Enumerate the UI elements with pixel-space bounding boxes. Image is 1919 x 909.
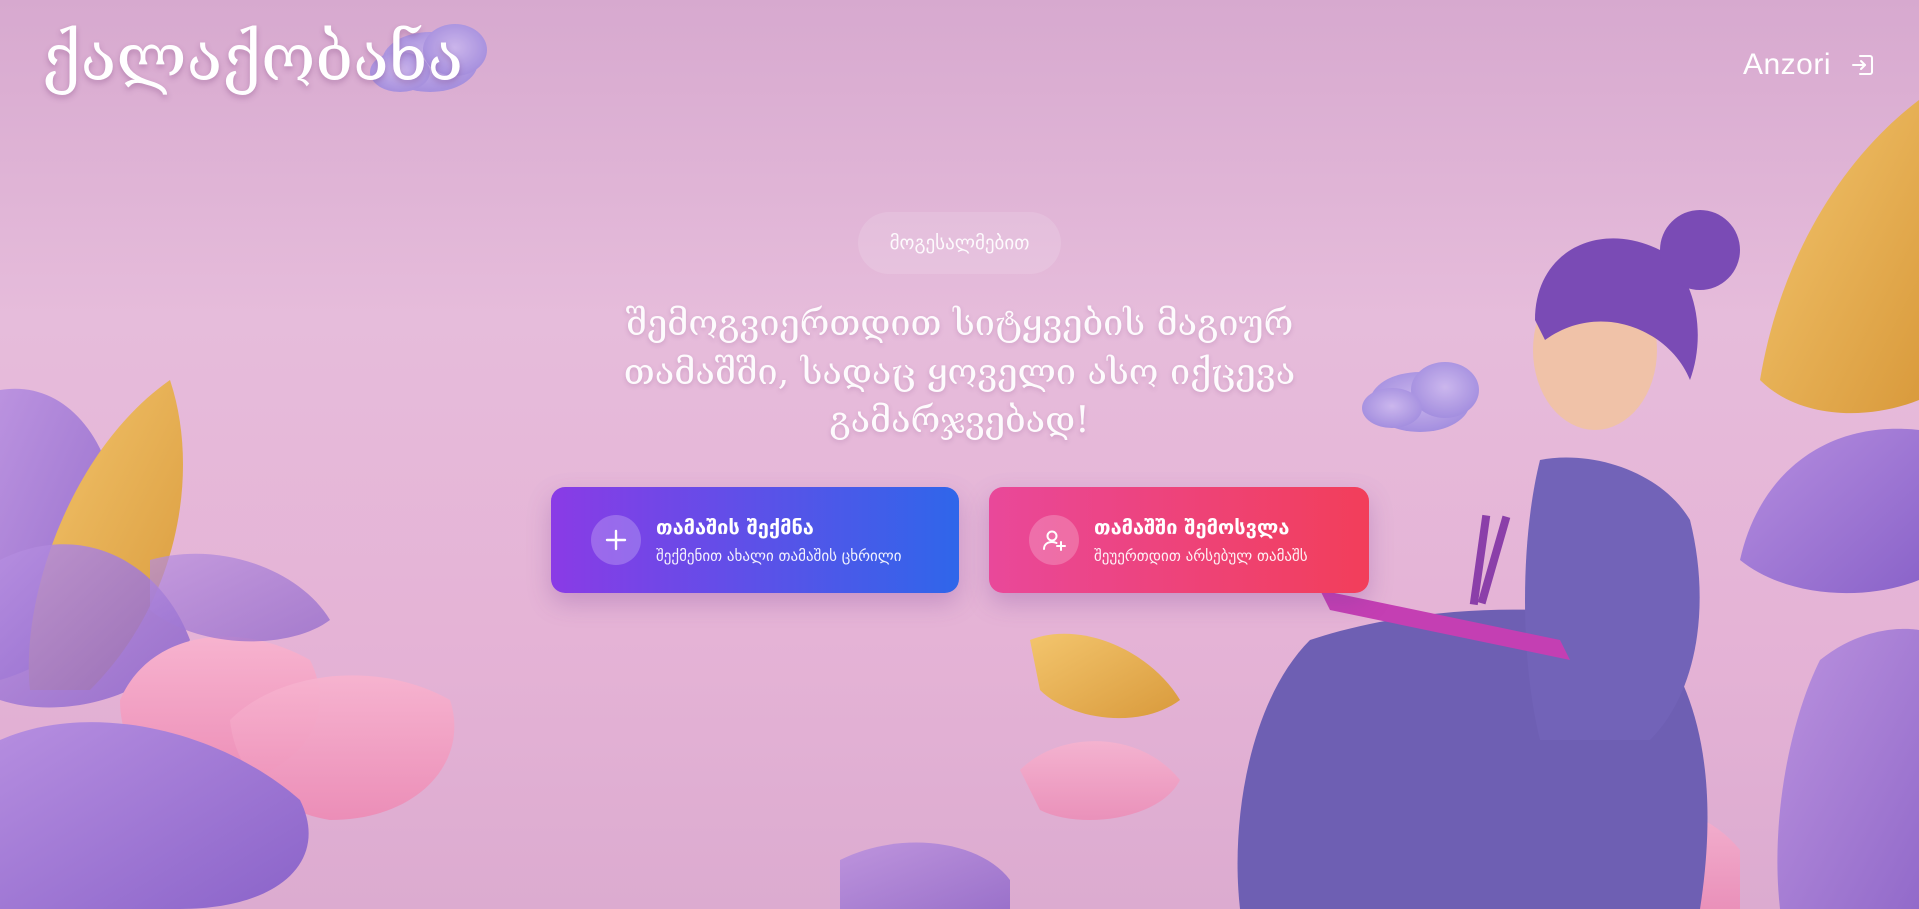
create-game-subtitle: შექმენით ახალი თამაშის ცხრილი	[656, 547, 902, 565]
create-game-text: თამაშის შექმნა შექმენით ახალი თამაშის ცხ…	[656, 515, 902, 565]
plus-icon	[591, 515, 641, 565]
welcome-badge: მოგესალმებით	[857, 212, 1062, 274]
username: Anzori	[1742, 48, 1831, 81]
app-logo[interactable]: ქალაქობანა	[42, 18, 463, 97]
create-game-button[interactable]: თამაშის შექმნა შექმენით ახალი თამაშის ცხ…	[551, 487, 959, 593]
join-game-button[interactable]: თამაშში შემოსვლა შეუერთდით არსებულ თამაშ…	[989, 487, 1369, 593]
background-illustration	[0, 0, 1919, 909]
join-game-title: თამაშში შემოსვლა	[1094, 515, 1290, 539]
tagline: შემოგვიერთდით სიტყვების მაგიურ თამაშში, …	[623, 303, 1296, 442]
add-user-icon	[1029, 515, 1079, 565]
logout-icon[interactable]	[1849, 51, 1877, 79]
action-buttons: თამაშის შექმნა შექმენით ახალი თამაშის ცხ…	[551, 487, 1369, 593]
hero-section: მოგესალმებით შემოგვიერთდით სიტყვების მაგ…	[0, 212, 1919, 446]
create-game-title: თამაშის შექმნა	[656, 515, 814, 539]
join-game-subtitle: შეუერთდით არსებულ თამაშს	[1094, 547, 1308, 565]
join-game-text: თამაშში შემოსვლა შეუერთდით არსებულ თამაშ…	[1094, 515, 1308, 565]
user-menu: Anzori	[1743, 48, 1877, 82]
